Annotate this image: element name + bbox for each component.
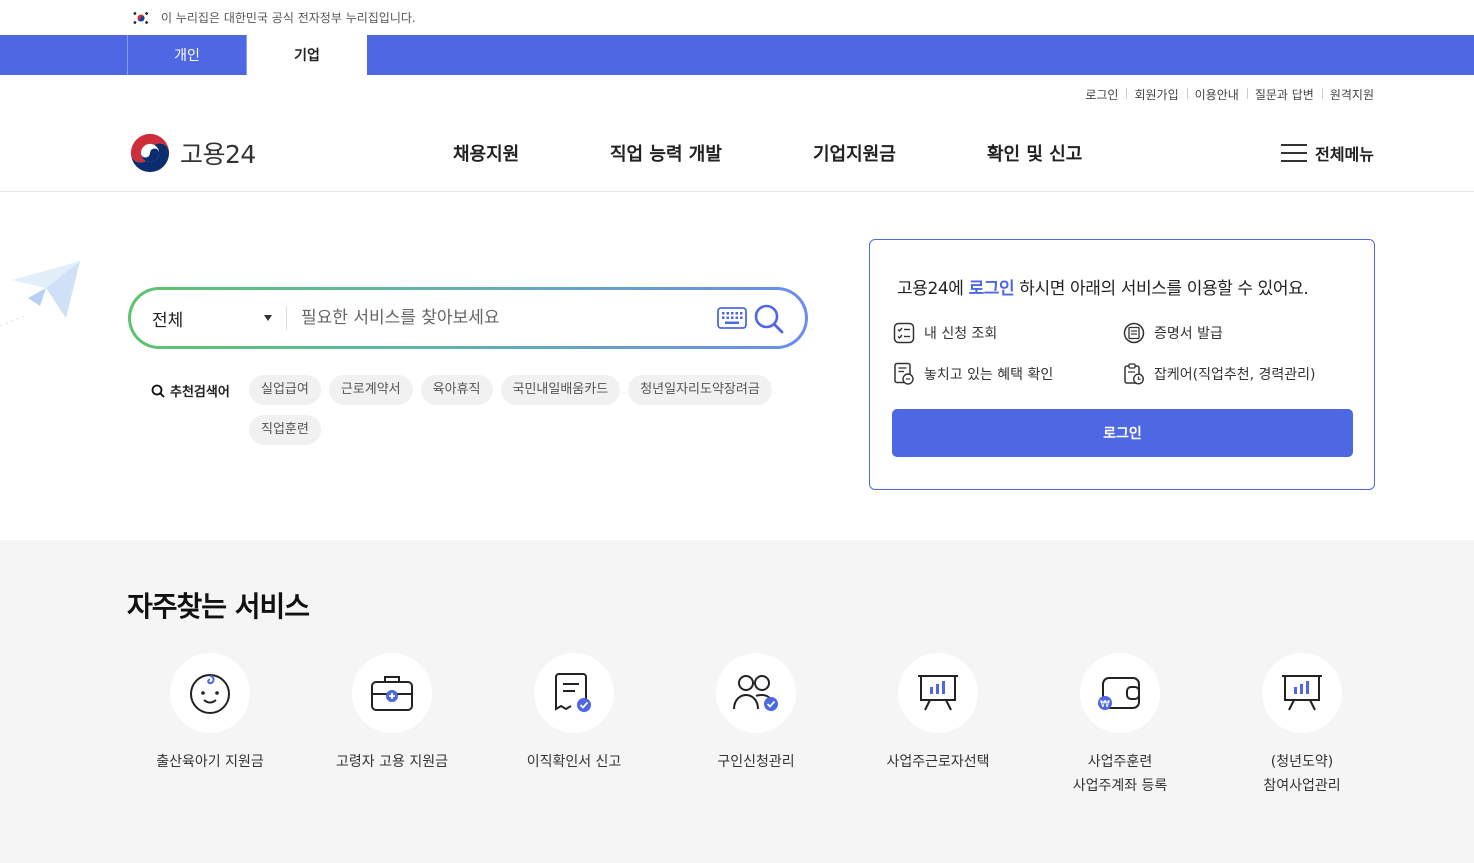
global-navigation: 고용24 채용지원 직업 능력 개발 기업지원금 확인 및 신고 전체메뉴 xyxy=(0,114,1474,192)
people-check-icon xyxy=(733,675,778,711)
service-item-label: 사업주근로자선택 xyxy=(886,754,990,770)
service-item-youth-program[interactable]: (청년도약) 참여사업관리 xyxy=(1211,653,1393,798)
qna-link[interactable]: 질문과 답변 xyxy=(1246,86,1322,103)
service-my-applications[interactable]: 내 신청 조회 xyxy=(893,322,997,344)
korea-flag-icon xyxy=(131,10,151,25)
svg-text:₩: ₩ xyxy=(1100,699,1110,710)
search-scope-value: 전체 xyxy=(152,310,184,331)
service-missed-benefits[interactable]: 놓치고 있는 혜택 확인 xyxy=(893,362,1053,386)
service-item-elderly-employment[interactable]: 고령자 고용 지원금 xyxy=(301,653,483,774)
briefcase-plus-icon xyxy=(371,676,413,711)
search-icon[interactable] xyxy=(753,303,785,335)
login-button[interactable]: 로그인 xyxy=(892,409,1353,457)
service-item-label: 고령자 고용 지원금 xyxy=(336,754,448,770)
service-item-job-posting[interactable]: 구인신청관리 xyxy=(665,653,847,774)
keyword-chip[interactable]: 근로계약서 xyxy=(328,375,413,405)
recommended-label: 추천검색어 xyxy=(151,381,230,400)
baby-face-icon xyxy=(190,674,230,714)
keyword-chip[interactable]: 실업급여 xyxy=(249,375,321,405)
caret-down-icon xyxy=(264,315,272,321)
login-card: 고용24에 로그인 하시면 아래의 서비스를 이용할 수 있어요. 내 신청 조… xyxy=(869,239,1375,490)
site-logo[interactable]: 고용24 xyxy=(128,133,256,173)
login-card-title: 고용24에 로그인 하시면 아래의 서비스를 이용할 수 있어요. xyxy=(897,279,1309,299)
gov-banner-text: 이 누리집은 대한민국 공식 전자정부 누리집입니다. xyxy=(161,11,416,25)
benefit-document-icon xyxy=(894,362,914,385)
keyboard-icon[interactable] xyxy=(717,307,747,329)
menu-job-skills[interactable]: 직업 능력 개발 xyxy=(610,140,722,166)
keyword-chip[interactable]: 국민내일배움카드 xyxy=(500,375,621,405)
service-item-label: (청년도약) 참여사업관리 xyxy=(1263,754,1341,794)
utility-links: 로그인 회원가입 이용안내 질문과 답변 원격지원 xyxy=(1077,86,1374,103)
menu-recruitment[interactable]: 채용지원 xyxy=(453,140,519,166)
service-item-label: 구인신청관리 xyxy=(717,754,795,770)
search-input[interactable] xyxy=(287,308,697,328)
section-title: 자주찾는 서비스 xyxy=(127,590,310,623)
service-jobcare[interactable]: 잡케어(직업추천, 경력관리) xyxy=(1123,362,1316,386)
menu-subsidies[interactable]: 기업지원금 xyxy=(813,140,896,166)
gov-banner: 이 누리집은 대한민국 공식 전자정부 누리집입니다. xyxy=(0,0,1474,35)
keyword-chip[interactable]: 육아휴직 xyxy=(420,375,493,405)
signup-link[interactable]: 회원가입 xyxy=(1126,86,1186,103)
service-item-label: 이직확인서 신고 xyxy=(526,754,622,770)
document-check-icon xyxy=(555,673,591,712)
presentation-chart-icon xyxy=(1282,675,1322,711)
login-link[interactable]: 로그인 xyxy=(1077,86,1126,103)
keyword-chip[interactable]: 청년일자리도약장려금 xyxy=(628,375,772,405)
checklist-icon xyxy=(893,322,915,344)
keyword-chip[interactable]: 직업훈련 xyxy=(249,415,321,445)
service-item-employer-training-account[interactable]: ₩ 사업주훈련 사업주계좌 등록 xyxy=(1029,653,1211,798)
tab-business[interactable]: 기업 xyxy=(247,35,367,75)
paper-plane-icon xyxy=(0,261,80,327)
wallet-won-icon: ₩ xyxy=(1098,677,1140,710)
remote-support-link[interactable]: 원격지원 xyxy=(1321,86,1374,103)
tab-personal[interactable]: 개인 xyxy=(127,35,247,75)
guide-link[interactable]: 이용안내 xyxy=(1186,86,1247,103)
logo-text: 고용24 xyxy=(180,140,256,169)
taegeuk-logo-icon xyxy=(130,133,170,173)
login-highlight: 로그인 xyxy=(968,279,1015,299)
service-item-label: 사업주훈련 사업주계좌 등록 xyxy=(1072,754,1168,794)
service-item-employer-worker-select[interactable]: 사업주근로자선택 xyxy=(847,653,1029,774)
all-menu-label: 전체메뉴 xyxy=(1315,145,1374,164)
menu-confirm-report[interactable]: 확인 및 신고 xyxy=(987,140,1082,166)
certificate-icon xyxy=(1123,322,1145,344)
service-item-childbirth-subsidy[interactable]: 출산육아기 지원금 xyxy=(119,653,301,774)
service-item-separation-report[interactable]: 이직확인서 신고 xyxy=(483,653,665,774)
service-item-label: 출산육아기 지원금 xyxy=(156,754,264,770)
search-box: 전체 xyxy=(128,287,808,349)
search-scope-select[interactable]: 전체 xyxy=(131,306,286,331)
audience-bar: 개인 기업 xyxy=(0,35,1474,75)
presentation-chart-icon xyxy=(918,675,958,711)
jobcare-icon xyxy=(1124,363,1145,385)
frequent-services-section: 자주찾는 서비스 출산육아기 지원금 고령자 고용 지원금 이직확인서 신고 구… xyxy=(0,540,1474,863)
hamburger-icon xyxy=(1281,144,1308,162)
all-menu-button[interactable]: 전체메뉴 xyxy=(1281,141,1374,165)
service-certificate[interactable]: 증명서 발급 xyxy=(1123,322,1223,344)
search-small-icon xyxy=(151,384,165,398)
